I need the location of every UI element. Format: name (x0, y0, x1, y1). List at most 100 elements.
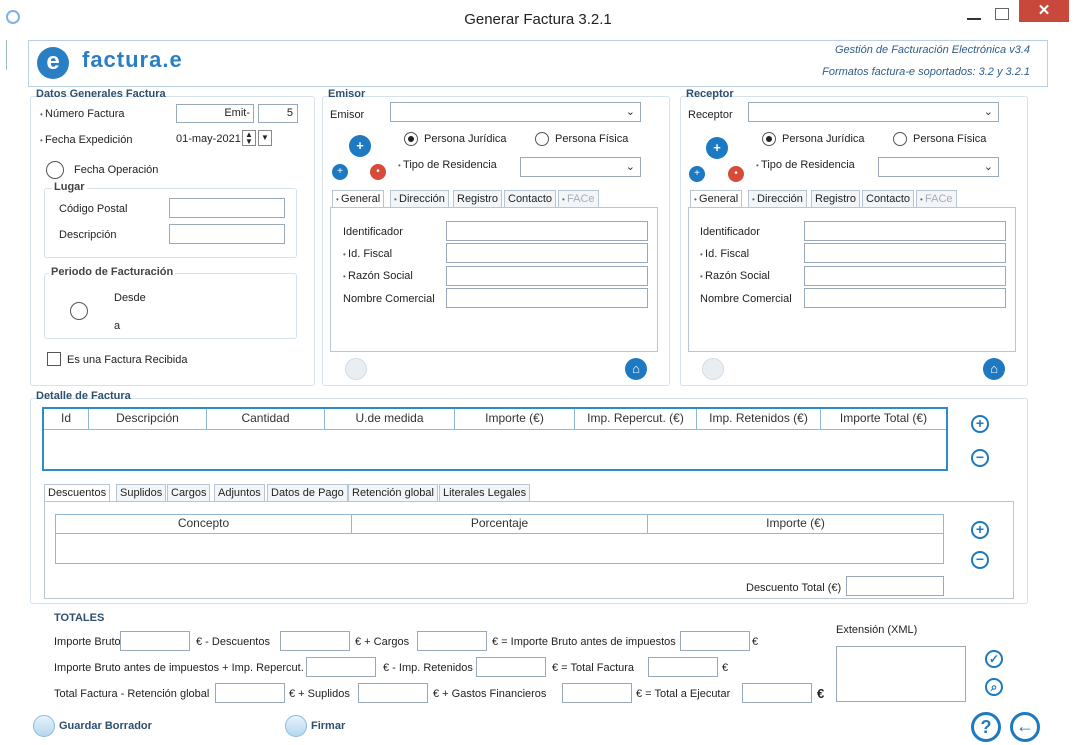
descripcion-input[interactable] (169, 224, 285, 244)
column-header[interactable]: Imp. Retenidos (€) (697, 409, 821, 429)
bruto-antes-input[interactable] (680, 631, 750, 651)
remove-descuento-icon[interactable]: − (971, 551, 989, 569)
receptor-identificador-input[interactable] (804, 221, 1006, 241)
column-header[interactable]: Importe Total (€) (821, 409, 946, 429)
add-line-icon[interactable]: + (971, 415, 989, 433)
retenidos-input[interactable] (476, 657, 546, 677)
emisor-tab-direccion[interactable]: Dirección (390, 190, 449, 208)
tab-datos-pago[interactable]: Datos de Pago (267, 484, 348, 502)
version-text: Gestión de Facturación Electrónica v3.4 (834, 44, 1030, 56)
emisor-save-icon[interactable] (345, 358, 367, 380)
fecha-expedicion-value[interactable]: 01-may-2021 (176, 133, 241, 145)
person-remove-icon[interactable]: • (370, 164, 386, 180)
receptor-tab-face[interactable]: FACe (916, 190, 957, 208)
total-ejecutar-input[interactable] (742, 683, 812, 703)
add-descuento-icon[interactable]: + (971, 521, 989, 539)
person-remove-icon[interactable]: • (728, 166, 744, 182)
receptor-save-icon[interactable] (702, 358, 724, 380)
add-person-icon[interactable]: + (706, 137, 728, 159)
numero-factura-input[interactable]: 5 (258, 104, 298, 123)
emisor-select[interactable]: ⌄ (390, 102, 641, 122)
column-header[interactable]: Descripción (89, 409, 207, 429)
person-search-icon[interactable]: + (689, 166, 705, 182)
person-search-icon[interactable]: + (332, 164, 348, 180)
receptor-razon-social-input[interactable] (804, 266, 1006, 286)
column-header[interactable]: Cantidad (207, 409, 325, 429)
column-header[interactable]: Porcentaje (352, 515, 648, 533)
emisor-razon-social-input[interactable] (446, 266, 648, 286)
emisor-nombre-comercial-input[interactable] (446, 288, 648, 308)
date-spinner[interactable]: ▲ ▼ (242, 130, 256, 146)
column-header[interactable]: Imp. Repercut. (€) (575, 409, 697, 429)
column-header[interactable]: Importe (€) (455, 409, 575, 429)
receptor-select[interactable]: ⌄ (748, 102, 999, 122)
emisor-tab-face[interactable]: FACe (558, 190, 599, 208)
receptor-tab-registro[interactable]: Registro (811, 190, 860, 208)
gastos-financieros-input[interactable] (562, 683, 632, 703)
emisor-tab-general[interactable]: General (332, 190, 385, 208)
search-icon[interactable]: ⌕ (985, 678, 1003, 696)
maximize-button[interactable] (995, 8, 1009, 20)
column-header[interactable]: Id (44, 409, 89, 429)
emisor-tab-registro[interactable]: Registro (453, 190, 502, 208)
close-button[interactable]: ✕ (1019, 0, 1069, 22)
receptor-juridica-radio[interactable] (762, 132, 776, 146)
periodo-radio[interactable] (70, 302, 88, 320)
tab-cargos[interactable]: Cargos (167, 484, 211, 502)
importe-bruto-input[interactable] (120, 631, 190, 651)
suplidos-input[interactable] (358, 683, 428, 703)
firmar-button[interactable] (285, 715, 307, 737)
detalle-table[interactable]: Id Descripción Cantidad U.de medida Impo… (42, 407, 948, 471)
remove-line-icon[interactable]: − (971, 449, 989, 467)
tab-suplidos[interactable]: Suplidos (116, 484, 167, 502)
retencion-global-input[interactable] (215, 683, 285, 703)
emisor-identificador-input[interactable] (446, 221, 648, 241)
total-factura-input[interactable] (648, 657, 718, 677)
firmar-label[interactable]: Firmar (311, 720, 345, 732)
receptor-idfiscal-input[interactable] (804, 243, 1006, 263)
emisor-residencia-select[interactable]: ⌄ (520, 157, 641, 177)
column-header[interactable]: U.de medida (325, 409, 455, 429)
cargos-input[interactable] (417, 631, 487, 651)
receptor-fisica-radio[interactable] (893, 132, 907, 146)
descuento-total-input[interactable] (846, 576, 944, 596)
minimize-button[interactable] (963, 6, 985, 24)
factura-recibida-checkbox[interactable] (47, 352, 61, 366)
column-header[interactable]: Importe (€) (648, 515, 943, 533)
column-header[interactable]: Concepto (56, 515, 352, 533)
tab-retencion-global[interactable]: Retención global (348, 484, 438, 502)
tab-adjuntos[interactable]: Adjuntos (214, 484, 265, 502)
receptor-tab-general[interactable]: General (690, 190, 743, 208)
receptor-select-label: Receptor (688, 109, 733, 121)
descuentos-table[interactable]: Concepto Porcentaje Importe (€) (55, 514, 944, 564)
repercut-input[interactable] (306, 657, 376, 677)
receptor-residencia-select[interactable]: ⌄ (878, 157, 999, 177)
emisor-juridica-radio[interactable] (404, 132, 418, 146)
emisor-tab-contacto[interactable]: Contacto (504, 190, 557, 208)
receptor-identificador-label: Identificador (700, 226, 760, 238)
receptor-tab-direccion[interactable]: Dirección (748, 190, 807, 208)
back-arrow-icon[interactable]: ← (1010, 712, 1040, 742)
tab-literales-legales[interactable]: Literales Legales (439, 484, 531, 502)
emisor-fisica-radio[interactable] (535, 132, 549, 146)
add-person-icon[interactable]: + (349, 135, 371, 157)
help-icon[interactable]: ? (971, 712, 1001, 742)
receptor-bank-icon[interactable]: ⌂ (983, 358, 1005, 380)
descuentos-input[interactable] (280, 631, 350, 651)
receptor-tab-contacto[interactable]: Contacto (862, 190, 915, 208)
date-dropdown-button[interactable]: ▼ (258, 130, 272, 146)
emisor-bank-icon[interactable]: ⌂ (625, 358, 647, 380)
guardar-borrador-button[interactable] (33, 715, 55, 737)
descuentos-label: € - Descuentos (196, 636, 270, 648)
extension-xml-input[interactable] (836, 646, 966, 702)
fecha-operacion-radio[interactable] (46, 161, 64, 179)
datos-generales-title: Datos Generales Factura (36, 88, 166, 100)
receptor-nombre-comercial-input[interactable] (804, 288, 1006, 308)
numero-serie-input[interactable]: Emit- (176, 104, 254, 123)
validate-check-icon[interactable]: ✓ (985, 650, 1003, 668)
codigo-postal-input[interactable] (169, 198, 285, 218)
emisor-idfiscal-input[interactable] (446, 243, 648, 263)
logo-text: factura.e (82, 47, 183, 72)
tab-descuentos[interactable]: Descuentos (44, 484, 111, 502)
guardar-borrador-label[interactable]: Guardar Borrador (59, 720, 152, 732)
